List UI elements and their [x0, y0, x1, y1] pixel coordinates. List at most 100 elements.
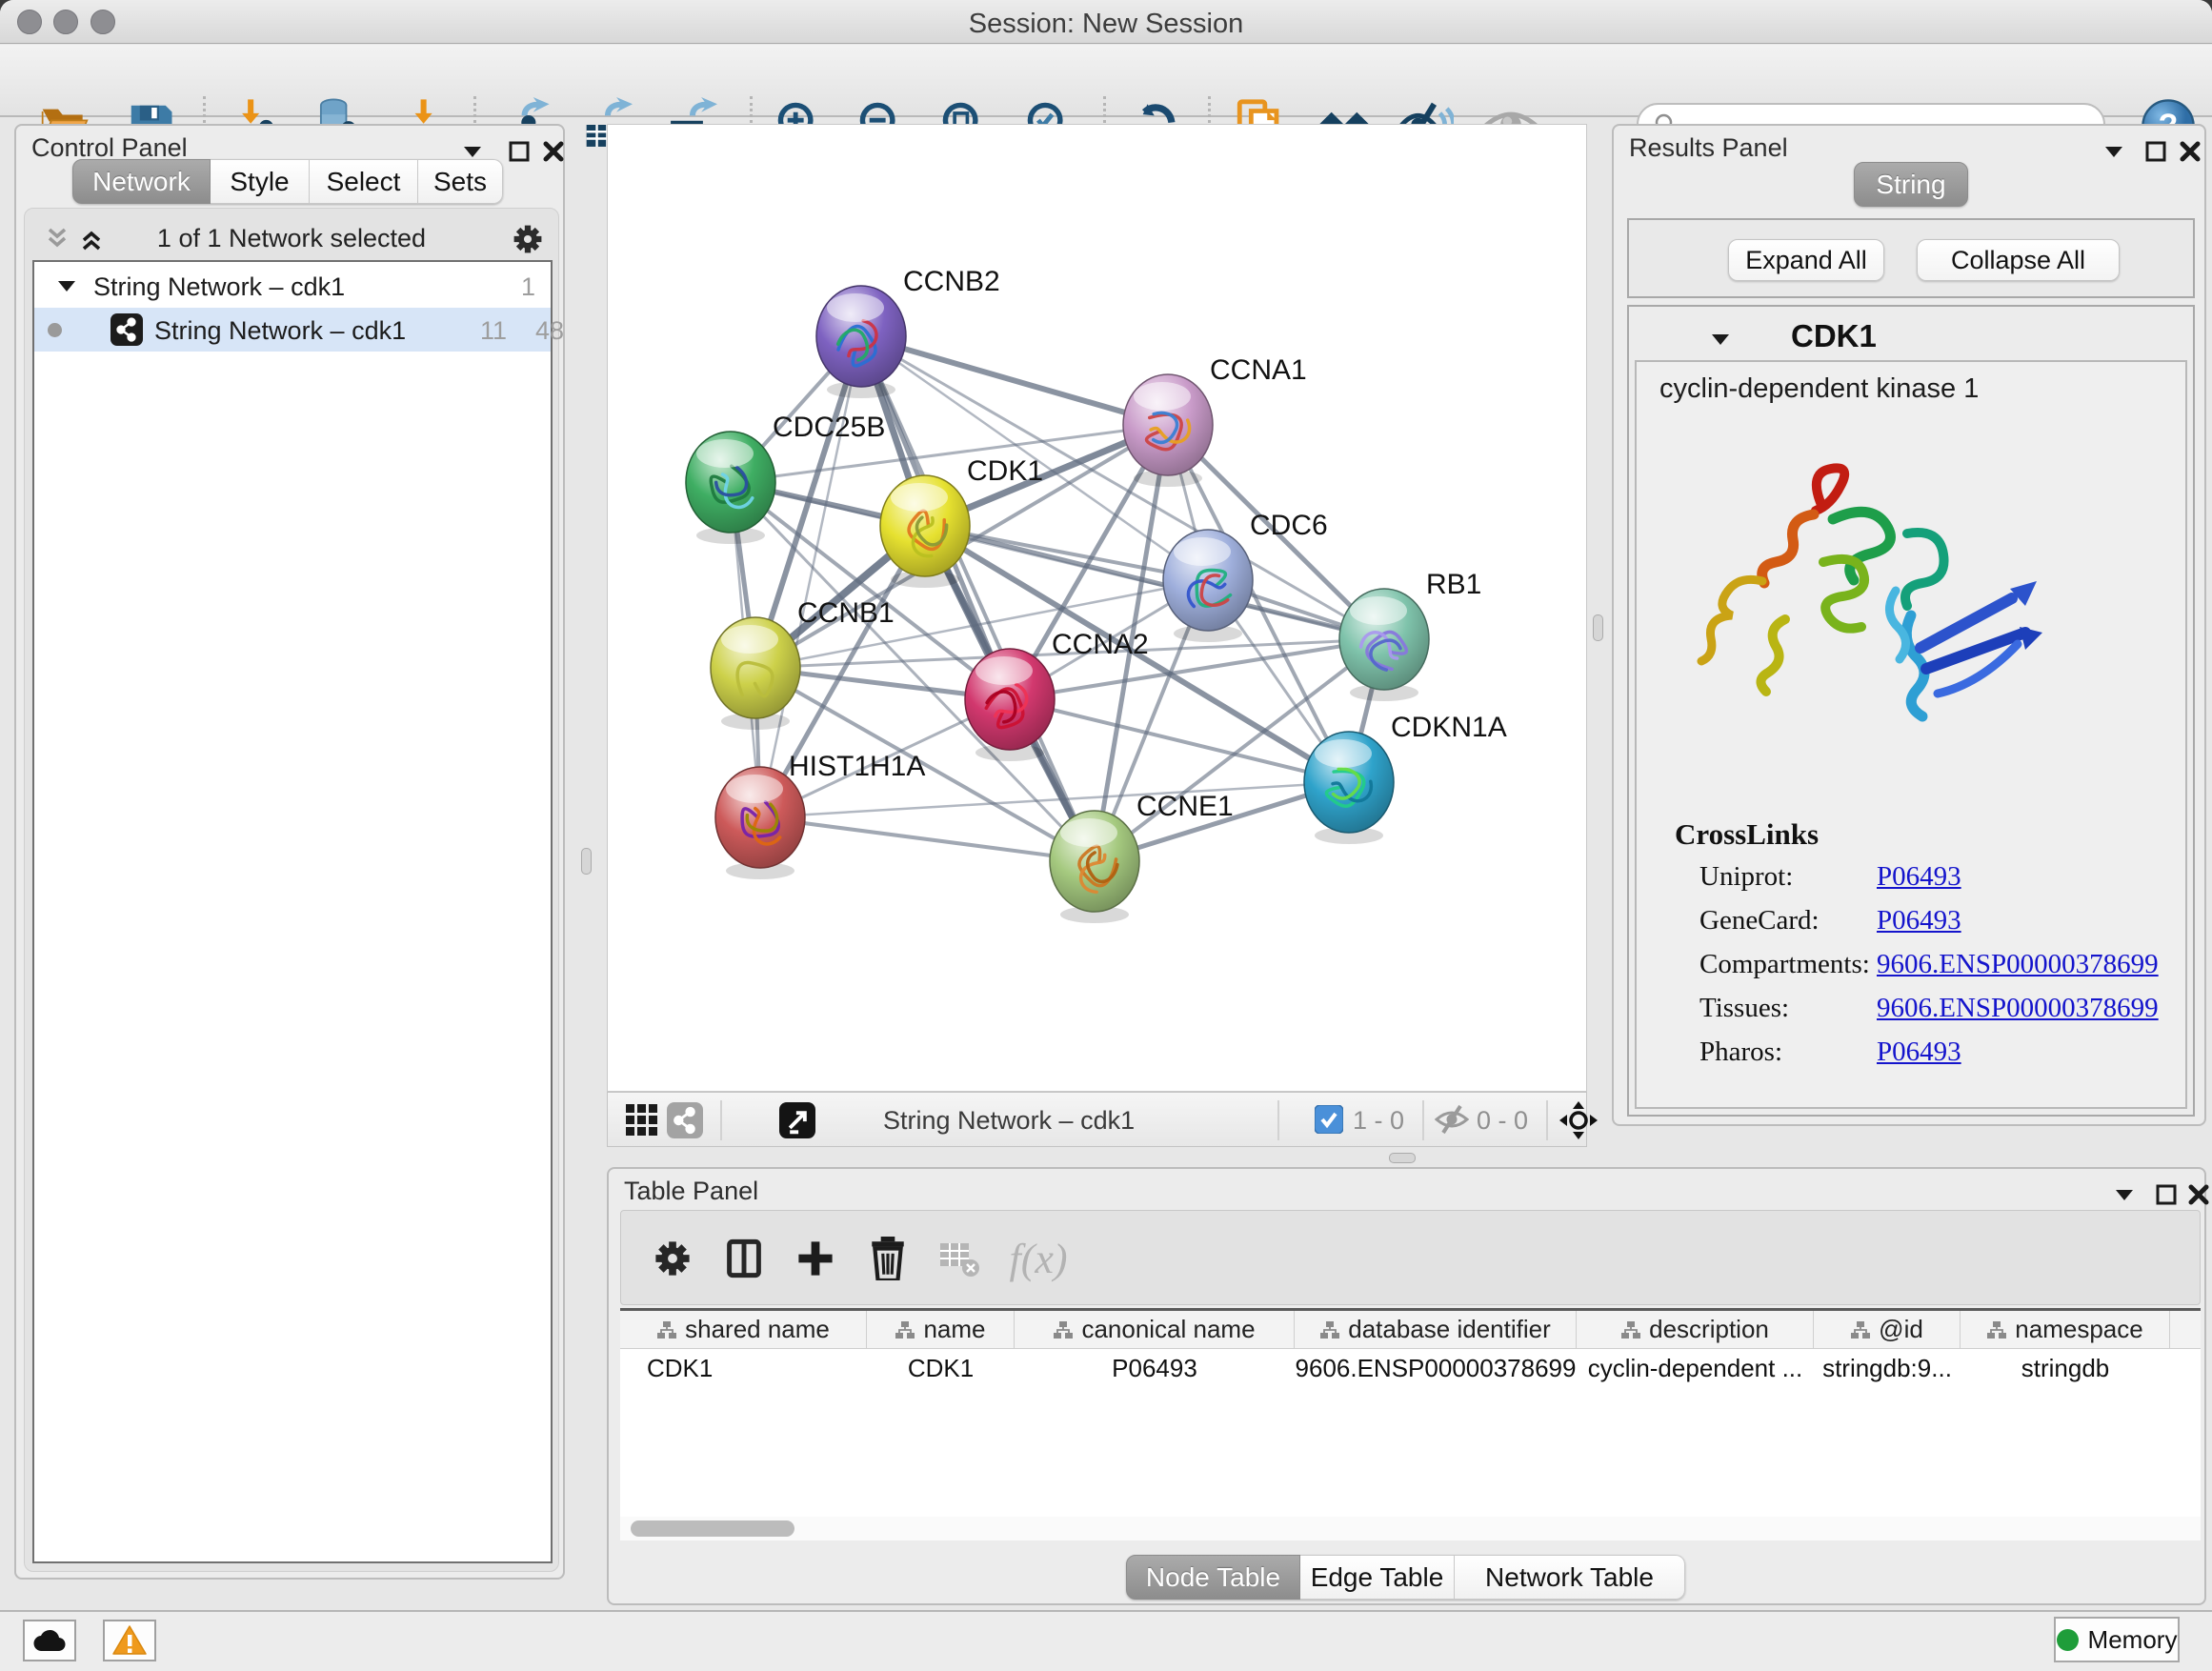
crosslink-label: Tissues: — [1699, 993, 1789, 1024]
table-toolbar: f(x) — [620, 1210, 2201, 1305]
status-bar: Memory — [0, 1610, 2212, 1671]
table-cell[interactable]: stringdb — [1961, 1349, 2170, 1387]
table-options-gear-icon[interactable] — [646, 1232, 699, 1285]
tab-edge-table[interactable]: Edge Table — [1300, 1555, 1455, 1600]
delete-table-icon-disabled — [933, 1232, 986, 1285]
gene-collapse-icon[interactable] — [1710, 332, 1731, 347]
network-edge-CCNB2-CCNA1[interactable] — [861, 336, 1168, 425]
memory-label: Memory — [2088, 1625, 2178, 1655]
tab-node-table[interactable]: Node Table — [1126, 1555, 1300, 1600]
column-header-canonicalname[interactable]: canonical name — [1015, 1311, 1295, 1348]
panel-close-icon[interactable] — [2186, 1182, 2211, 1207]
warnings-button[interactable] — [103, 1620, 156, 1661]
node-table: shared name namecanonical name database id… — [620, 1308, 2201, 1540]
cloud-button[interactable] — [23, 1620, 76, 1661]
panel-close-icon[interactable] — [2178, 139, 2202, 164]
node-label-CCNA1: CCNA1 — [1210, 354, 1307, 386]
memory-button[interactable]: Memory — [2054, 1617, 2180, 1662]
network-panel-content: 1 of 1 Network selected String Network –… — [24, 208, 559, 1572]
network-edge-HIST1H1A-CCNE1[interactable] — [760, 817, 1095, 861]
network-status-dot — [48, 323, 62, 337]
table-cell[interactable]: stringdb:9... — [1814, 1349, 1961, 1387]
node-label-CDK1: CDK1 — [967, 455, 1043, 487]
panel-menu-icon[interactable] — [2101, 139, 2126, 164]
crosslink-label: Pharos: — [1699, 1037, 1782, 1068]
tab-style[interactable]: Style — [211, 159, 310, 204]
hidden-node-edge-counts: 0 - 0 — [1477, 1106, 1528, 1136]
table-horizontal-scrollbar[interactable] — [620, 1517, 2201, 1540]
table-panel-title: Table Panel — [624, 1177, 758, 1206]
main-toolbar: ? — [0, 45, 2212, 117]
table-cell[interactable]: CDK1 — [867, 1349, 1015, 1387]
panel-close-icon[interactable] — [541, 139, 566, 164]
selected-checkbox-icon[interactable] — [1315, 1105, 1343, 1138]
column-tree-icon — [1319, 1320, 1340, 1339]
title-bar: Session: New Session — [0, 0, 2212, 44]
column-header-sharedname[interactable]: shared name — [620, 1311, 867, 1348]
network-options-gear-icon[interactable] — [511, 222, 545, 261]
column-header-name[interactable]: name — [867, 1311, 1015, 1348]
node-label-CDC6: CDC6 — [1250, 510, 1328, 541]
birds-eye-crosshair-icon[interactable] — [1558, 1100, 1599, 1145]
column-header-id[interactable]: @id — [1814, 1311, 1961, 1348]
collapse-all-button[interactable]: Collapse All — [1917, 239, 2120, 281]
column-header-namespace[interactable]: namespace — [1961, 1311, 2170, 1348]
hidden-eye-slash-icon[interactable] — [1435, 1104, 1469, 1139]
panel-float-icon[interactable] — [2154, 1182, 2179, 1207]
detach-view-icon[interactable] — [779, 1102, 815, 1143]
crosslink-link[interactable]: P06493 — [1877, 905, 1961, 936]
node-label-HIST1H1A: HIST1H1A — [789, 751, 925, 782]
tab-select[interactable]: Select — [310, 159, 418, 204]
node-label-CCNE1: CCNE1 — [1136, 791, 1234, 822]
show-columns-icon[interactable] — [717, 1232, 771, 1285]
network-edge-count: 48 — [535, 316, 564, 346]
column-header-databaseidentifier[interactable]: database identifier — [1295, 1311, 1577, 1348]
collection-expand-icon[interactable] — [57, 279, 76, 292]
toolbar-separator — [1546, 1100, 1548, 1140]
tab-string[interactable]: String — [1854, 162, 1968, 207]
collection-count: 1 — [521, 272, 535, 302]
network-share-view-icon[interactable] — [667, 1102, 703, 1143]
expand-all-button[interactable]: Expand All — [1728, 239, 1884, 281]
horizontal-splitter-handle[interactable] — [1389, 1153, 1416, 1163]
panel-float-icon[interactable] — [507, 139, 532, 164]
toolbar-separator — [1422, 1100, 1424, 1140]
table-row[interactable]: CDK1CDK1P064939606.ENSP00000378699cyclin… — [620, 1349, 2201, 1387]
grid-view-icon[interactable] — [625, 1103, 659, 1142]
column-header-label: namespace — [2015, 1315, 2142, 1344]
tab-network-table[interactable]: Network Table — [1455, 1555, 1685, 1600]
tab-sets[interactable]: Sets — [418, 159, 503, 204]
network-edge-CCNB2-CCNE1[interactable] — [861, 336, 1095, 861]
crosslink-link[interactable]: P06493 — [1877, 1037, 1961, 1068]
tab-network[interactable]: Network — [72, 159, 211, 204]
cloud-icon — [32, 1628, 67, 1653]
crosslink-link[interactable]: 9606.ENSP00000378699 — [1877, 993, 2159, 1024]
scrollbar-thumb[interactable] — [631, 1520, 794, 1537]
panel-float-icon[interactable] — [2143, 139, 2168, 164]
function-builder-icon-disabled: f(x) — [1000, 1232, 1076, 1285]
table-cell[interactable]: CDK1 — [620, 1349, 867, 1387]
network-canvas[interactable]: CCNB2CCNA1CDC25BCDK1CDC6RB1CCNB1CCNA2CDK… — [607, 124, 1587, 1092]
network-row-selected[interactable]: String Network – cdk1 11 48 — [34, 308, 551, 352]
crosslink-link[interactable]: 9606.ENSP00000378699 — [1877, 949, 2159, 980]
left-splitter-handle[interactable] — [581, 848, 592, 875]
network-share-icon — [111, 313, 143, 352]
network-view-toolbar: String Network – cdk1 1 - 0 0 - 0 — [607, 1092, 1587, 1147]
right-splitter-handle[interactable] — [1593, 614, 1603, 641]
column-header-description[interactable]: description — [1577, 1311, 1814, 1348]
column-header-label: database identifier — [1348, 1315, 1550, 1344]
delete-column-icon[interactable] — [861, 1232, 915, 1285]
table-cell[interactable]: P06493 — [1015, 1349, 1295, 1387]
control-panel: Control Panel Network Style Select Sets … — [14, 124, 565, 1580]
panel-menu-icon[interactable] — [2112, 1182, 2137, 1207]
crosslink-link[interactable]: P06493 — [1877, 861, 1961, 893]
table-cell[interactable]: cyclin-dependent ... — [1577, 1349, 1814, 1387]
network-node-count: 11 — [480, 316, 507, 346]
create-column-icon[interactable] — [789, 1232, 842, 1285]
memory-status-dot-icon — [2057, 1629, 2079, 1651]
column-header-label: shared name — [685, 1315, 830, 1344]
network-collection-row[interactable]: String Network – cdk1 1 — [34, 264, 551, 308]
network-edge-CCNB2-HIST1H1A[interactable] — [760, 336, 861, 817]
table-cell[interactable]: 9606.ENSP00000378699 — [1295, 1349, 1577, 1387]
column-header-label: @id — [1879, 1315, 1923, 1344]
